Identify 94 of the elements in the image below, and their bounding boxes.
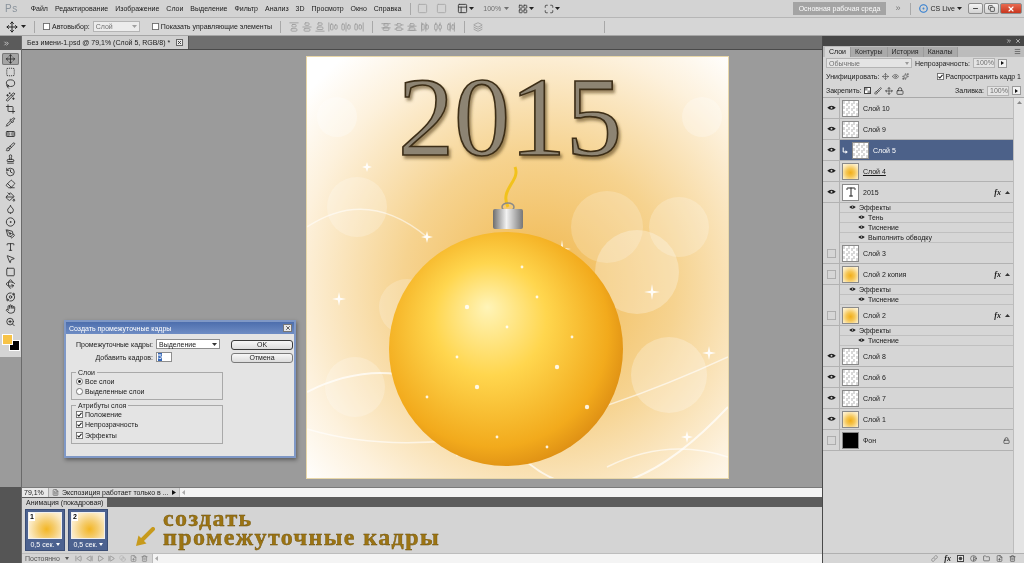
arrow-icon [135, 527, 155, 547]
eye-icon[interactable] [858, 297, 865, 302]
expand-caret-icon[interactable] [1005, 313, 1010, 317]
triangle-right-icon [1001, 61, 1004, 65]
layer-thumbnail [842, 306, 859, 324]
close-icon[interactable] [176, 39, 184, 46]
checkbox-icon[interactable] [43, 23, 50, 30]
circle-dot-icon [919, 4, 929, 13]
eye-icon[interactable] [849, 205, 856, 210]
sparkles-icon[interactable] [902, 73, 910, 80]
caret-icon[interactable] [21, 25, 26, 28]
layer-thumbnail [842, 99, 859, 117]
checker-square-icon[interactable] [864, 87, 872, 94]
layer-thumbnail [842, 244, 859, 262]
eye-icon[interactable] [826, 395, 836, 401]
eye-icon[interactable] [858, 338, 865, 343]
eye-icon[interactable] [849, 328, 856, 333]
layout-icon[interactable] [457, 3, 469, 14]
caret-icon [957, 7, 962, 10]
checkbox-icon[interactable] [936, 73, 944, 80]
checkbox-icon[interactable] [76, 410, 83, 418]
close-button[interactable] [1000, 3, 1022, 14]
layer-thumbnail [842, 120, 859, 138]
layer-thumbnail [842, 162, 859, 180]
caret-icon [64, 557, 69, 560]
eye-icon[interactable] [858, 235, 865, 240]
fx-label: fx [994, 187, 1001, 197]
double-chevron-icon[interactable] [1006, 38, 1012, 44]
eye-icon[interactable] [826, 189, 836, 195]
expand-caret-icon[interactable] [1005, 190, 1010, 194]
circle-in-square-icon[interactable] [957, 555, 964, 562]
trash-icon[interactable] [1009, 555, 1016, 562]
close-icon [1007, 4, 1015, 13]
scrollbar[interactable] [1013, 98, 1024, 553]
maximize-icon[interactable] [544, 3, 555, 14]
eye-icon[interactable] [826, 353, 836, 359]
menu-icon[interactable] [1014, 48, 1021, 55]
layer-thumbnail [842, 389, 859, 407]
document-icon[interactable] [52, 489, 59, 496]
scroll-up-icon[interactable] [1016, 101, 1022, 104]
radio-icon[interactable] [76, 377, 83, 385]
app-logo: Ps [5, 3, 18, 14]
file-plus-icon[interactable] [996, 555, 1003, 562]
fx-label: fx [994, 310, 1001, 320]
layer-thumbnail [842, 368, 859, 386]
eye-icon[interactable] [826, 416, 836, 422]
fx-label: fx [994, 269, 1001, 279]
caret-icon [98, 543, 103, 546]
eye-icon[interactable] [826, 374, 836, 380]
fill-slider-button[interactable] [1012, 86, 1021, 95]
dialog-close-button[interactable] [283, 324, 292, 332]
radio-icon[interactable] [76, 388, 83, 396]
caret-icon [905, 61, 909, 65]
caret-icon[interactable] [469, 7, 475, 10]
layer-thumbnail [842, 347, 859, 365]
foreground-swatch[interactable] [1, 334, 13, 345]
triangle-right-icon[interactable] [171, 490, 176, 495]
expand-caret-icon[interactable] [1005, 272, 1010, 276]
opacity-slider-button[interactable] [998, 58, 1007, 68]
triangle-right-icon [1015, 88, 1018, 93]
layer-thumbnail [852, 141, 869, 159]
caret-icon [55, 543, 60, 546]
eye-icon[interactable] [826, 147, 836, 153]
half-filled-circle-icon[interactable] [970, 555, 977, 562]
minimize-button[interactable] [968, 3, 983, 14]
caret-icon [504, 7, 510, 10]
caret-icon [131, 25, 137, 28]
eye-icon[interactable] [826, 105, 836, 111]
grid-icon[interactable] [518, 3, 529, 14]
eye-icon[interactable] [858, 225, 865, 230]
layer-thumbnail [842, 431, 859, 449]
caret-icon [212, 342, 217, 346]
lock-icon[interactable] [896, 86, 905, 95]
eye-icon[interactable] [826, 168, 836, 174]
minimize-icon [972, 5, 979, 12]
eye-icon[interactable] [849, 287, 856, 292]
scrollbar-track[interactable] [151, 554, 822, 563]
layer-thumbnail [842, 410, 859, 428]
checkbox-icon[interactable] [76, 421, 83, 429]
move-icon[interactable] [6, 20, 18, 33]
year-text: 2015 [398, 57, 622, 179]
restore-button[interactable] [984, 3, 999, 14]
layer-thumbnail [842, 265, 859, 283]
brush-icon[interactable] [874, 86, 883, 95]
close-icon [284, 325, 291, 331]
eye-icon[interactable] [858, 215, 865, 220]
checkbox-icon[interactable] [76, 431, 83, 439]
caret-icon[interactable] [529, 7, 535, 10]
add-effect-button[interactable]: fx [944, 554, 951, 563]
eye-icon[interactable] [826, 126, 836, 132]
caret-icon[interactable] [555, 7, 561, 10]
restore-icon [988, 5, 995, 12]
double-chevron-icon[interactable] [3, 39, 10, 47]
checkbox-icon[interactable] [151, 23, 159, 30]
